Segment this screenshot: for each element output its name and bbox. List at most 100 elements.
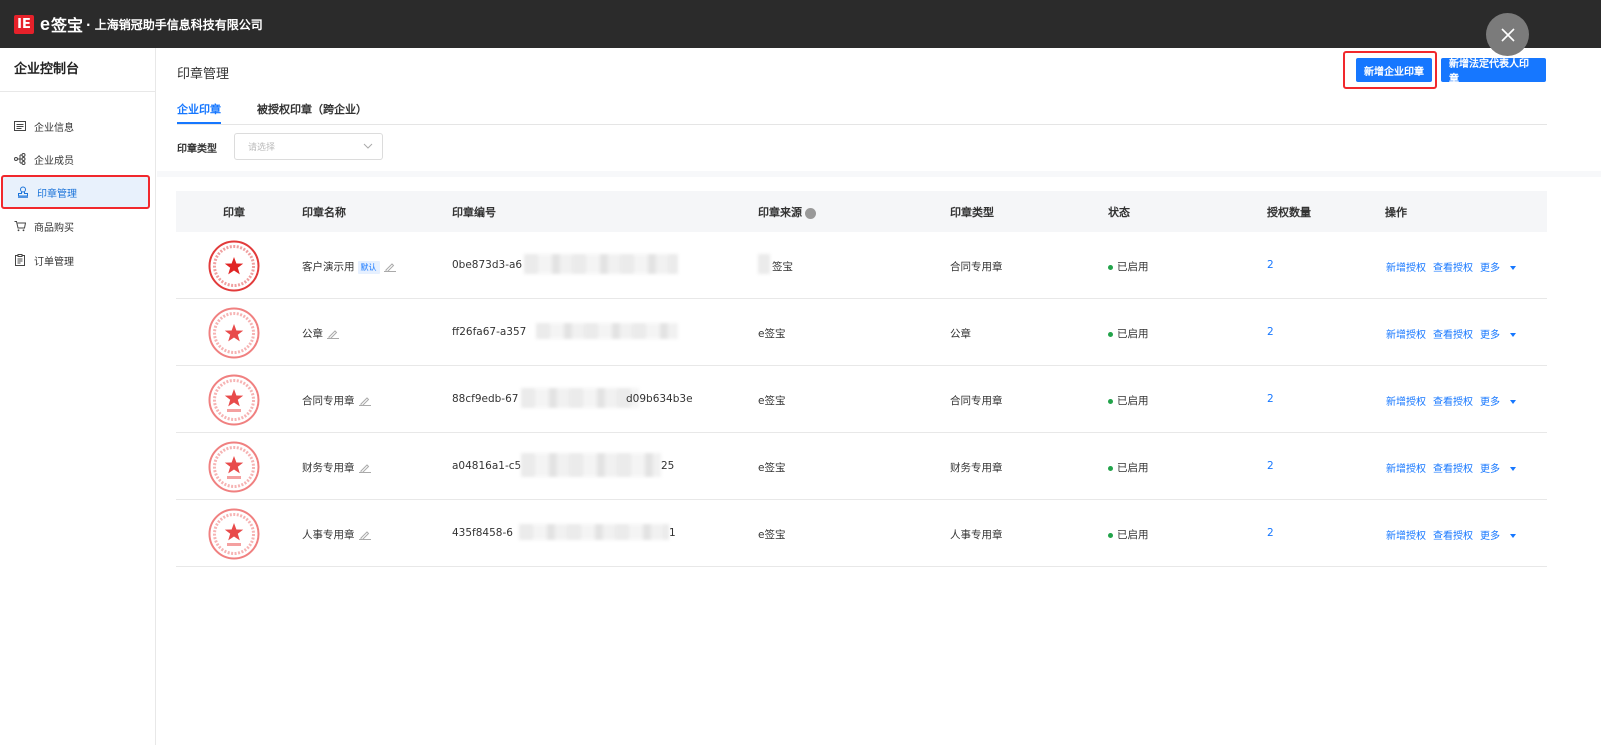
- sidebar-item-purchase[interactable]: 商品购买: [0, 209, 147, 243]
- table-row: 人事专用章 435f8458-6 1 e签宝 人事专用章 已启用 2 新增授权查…: [176, 500, 1547, 567]
- more-label: 更多: [1480, 531, 1500, 542]
- authorization-count-link[interactable]: 2: [1267, 393, 1274, 405]
- row-actions: 新增授权 查看授权 更多: [1386, 326, 1523, 341]
- more-dropdown[interactable]: 更多: [1480, 330, 1516, 341]
- column-header: 操作: [1385, 206, 1407, 219]
- seal-type: 合同专用章: [950, 395, 1003, 407]
- tab-company-seals[interactable]: 企业印章: [177, 101, 221, 124]
- more-label: 更多: [1480, 263, 1500, 274]
- status-dot: [1108, 532, 1113, 538]
- seal-table: 印章 印章名称 印章编号 印章来源 印章类型 状态 授权数量 操作 客户演示用默…: [176, 191, 1547, 567]
- status: 已启用: [1108, 259, 1149, 274]
- status: 已启用: [1108, 393, 1149, 408]
- seal-type: 人事专用章: [950, 529, 1003, 541]
- add-authorization-link[interactable]: 新增授权: [1386, 263, 1426, 274]
- seal-type-filter-label: 印章类型: [177, 144, 217, 155]
- close-button[interactable]: [1486, 13, 1529, 56]
- column-header: 印章类型: [950, 206, 994, 219]
- seal-name: 人事专用章: [302, 527, 371, 542]
- more-label: 更多: [1480, 330, 1500, 341]
- seal-type-select[interactable]: 请选择: [234, 133, 383, 160]
- more-dropdown[interactable]: 更多: [1480, 397, 1516, 408]
- seal-source: 签宝: [772, 261, 793, 273]
- seal-type: 公章: [950, 328, 971, 340]
- seal-source: e签宝: [758, 395, 786, 407]
- seal-name-text: 财务专用章: [302, 462, 355, 474]
- edit-icon[interactable]: [383, 262, 396, 272]
- caret-down-icon: [1510, 534, 1516, 538]
- seal-stamp-image: [208, 307, 260, 359]
- clipboard-icon: [14, 254, 26, 266]
- authorization-count-link[interactable]: 2: [1267, 326, 1274, 338]
- row-actions: 新增授权 查看授权 更多: [1386, 259, 1523, 274]
- cart-icon: [14, 220, 26, 232]
- table-row: 客户演示用 默认 0be873d3-a6 签宝 合同专用章 已启用 2 新增授权查…: [176, 232, 1547, 299]
- edit-icon[interactable]: [358, 530, 371, 540]
- view-authorization-link[interactable]: 查看授权: [1433, 397, 1473, 408]
- seal-id-end: d09b634b3e: [626, 393, 693, 405]
- authorization-count-link[interactable]: 2: [1267, 259, 1274, 271]
- column-header: 印章来源: [758, 204, 816, 220]
- sidebar-item-label: 订单管理: [34, 256, 74, 268]
- status: 已启用: [1108, 527, 1149, 542]
- status-dot: [1108, 465, 1113, 471]
- top-bar: IE e 签宝 · 上海销冠助手信息科技有限公司: [0, 0, 1601, 48]
- seal-name: 财务专用章: [302, 460, 371, 475]
- seal-id: a04816a1-c5: [452, 460, 522, 472]
- info-icon[interactable]: [805, 207, 816, 219]
- document-icon: [14, 120, 26, 132]
- company-name: · 上海销冠助手信息科技有限公司: [86, 17, 263, 32]
- more-label: 更多: [1480, 397, 1500, 408]
- seal-id: 0be873d3-a6: [452, 259, 523, 271]
- more-dropdown[interactable]: 更多: [1480, 531, 1516, 542]
- column-header: 印章编号: [452, 206, 496, 219]
- esign-logo: IE: [14, 14, 34, 34]
- sidebar-item-members[interactable]: 企业成员: [0, 142, 147, 176]
- seal-type: 财务专用章: [950, 462, 1003, 474]
- edit-icon[interactable]: [327, 329, 339, 339]
- status-text: 已启用: [1117, 328, 1149, 340]
- sidebar-item-orders[interactable]: 订单管理: [0, 243, 147, 277]
- add-authorization-link[interactable]: 新增授权: [1386, 330, 1426, 341]
- org-tree-icon: [14, 153, 26, 165]
- seal-name: 公章: [302, 326, 339, 341]
- sidebar-title: 企业控制台: [0, 48, 155, 92]
- seal-source: e签宝: [758, 328, 786, 340]
- seal-stamp-image: [208, 374, 260, 426]
- status-text: 已启用: [1117, 261, 1149, 273]
- edit-icon[interactable]: [358, 463, 371, 473]
- status-text: 已启用: [1117, 395, 1149, 407]
- table-row: 公章 ff26fa67-a357 e签宝 公章 已启用 2 新增授权 查看授权 更多: [176, 299, 1547, 366]
- row-actions: 新增授权 查看授权 更多: [1386, 393, 1523, 408]
- redacted-id: [519, 524, 669, 540]
- page-title: 印章管理: [177, 67, 230, 82]
- tab-authorized-seals[interactable]: 被授权印章（跨企业）: [257, 101, 367, 117]
- view-authorization-link[interactable]: 查看授权: [1433, 330, 1473, 341]
- add-authorization-link[interactable]: 新增授权: [1386, 531, 1426, 542]
- more-dropdown[interactable]: 更多: [1480, 464, 1516, 475]
- add-authorization-link[interactable]: 新增授权: [1386, 464, 1426, 475]
- more-dropdown[interactable]: 更多: [1480, 263, 1516, 274]
- seal-name-text: 客户演示用: [302, 261, 355, 273]
- edit-icon[interactable]: [358, 396, 371, 406]
- view-authorization-link[interactable]: 查看授权: [1433, 263, 1473, 274]
- close-icon: [1500, 27, 1515, 42]
- add-company-seal-button[interactable]: 新增企业印章: [1356, 58, 1432, 82]
- sidebar-item-company-info[interactable]: 企业信息: [0, 109, 147, 143]
- redacted-id: [536, 323, 678, 339]
- add-authorization-link[interactable]: 新增授权: [1386, 397, 1426, 408]
- column-header-label: 印章来源: [758, 206, 802, 219]
- chevron-down-icon: [363, 143, 373, 149]
- authorization-count-link[interactable]: 2: [1267, 527, 1274, 539]
- sidebar-item-seal-management[interactable]: 印章管理: [1, 175, 150, 209]
- seal-type: 合同专用章: [950, 261, 1003, 273]
- seal-tabs: 企业印章 被授权印章（跨企业）: [177, 98, 1547, 125]
- view-authorization-link[interactable]: 查看授权: [1433, 464, 1473, 475]
- add-legal-rep-seal-button[interactable]: 新增法定代表人印章: [1441, 58, 1546, 85]
- view-authorization-link[interactable]: 查看授权: [1433, 531, 1473, 542]
- sidebar: 企业控制台 企业信息 企业成员 印章管理 商品购买 订单管理: [0, 48, 156, 745]
- authorization-count-link[interactable]: 2: [1267, 460, 1274, 472]
- seal-id-end: 25: [661, 460, 675, 472]
- seal-name-text: 公章: [302, 328, 323, 340]
- seal-source: e签宝: [758, 462, 786, 474]
